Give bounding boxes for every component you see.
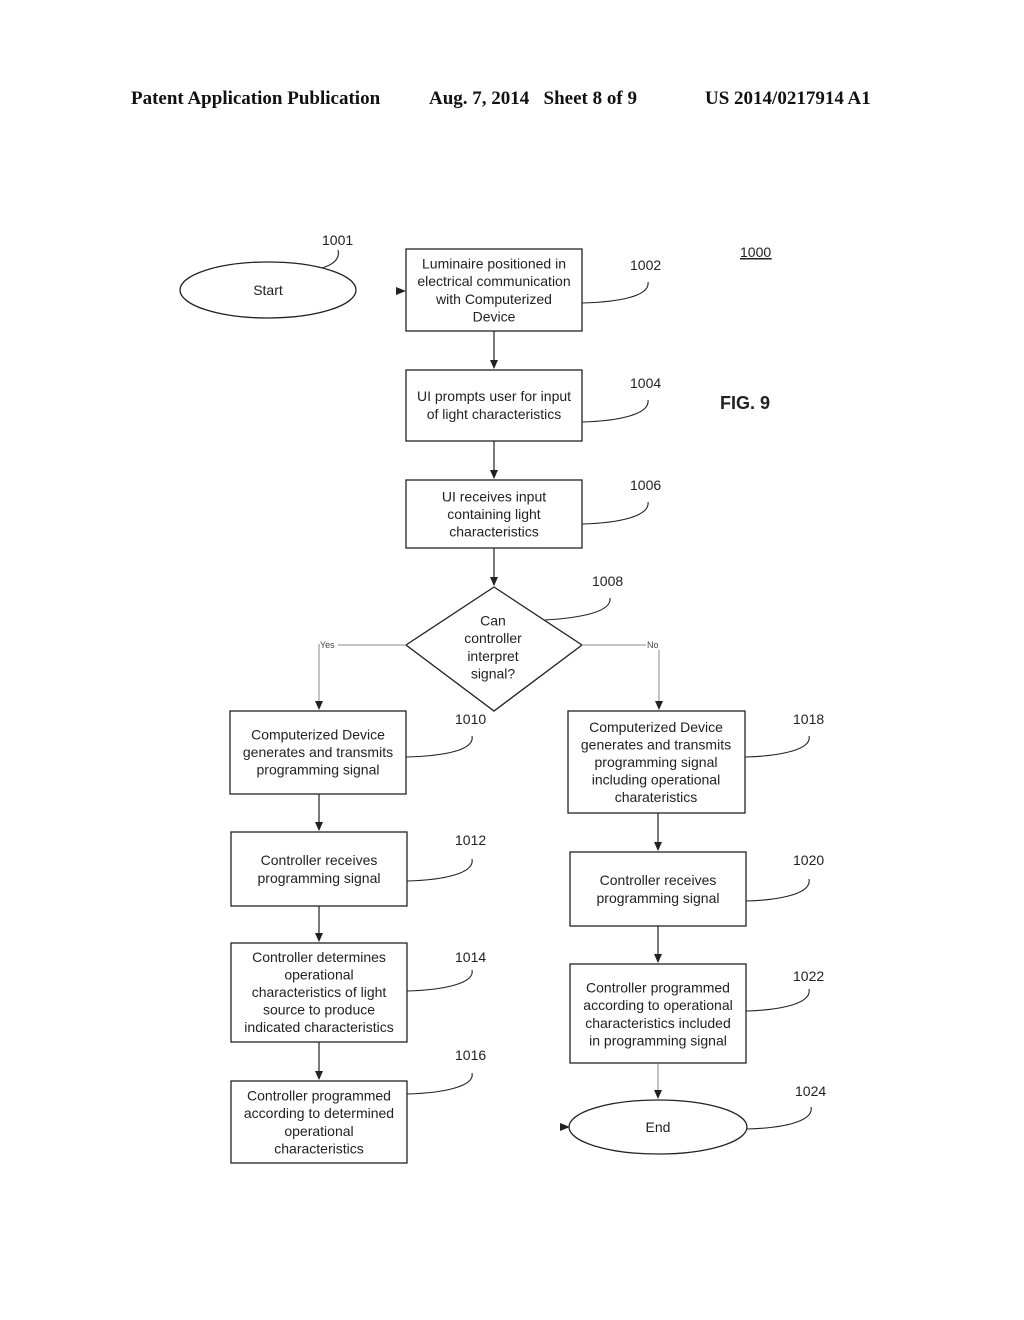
node-text-line: Device bbox=[473, 308, 516, 324]
ref-1008: 1008 bbox=[592, 573, 623, 589]
decision-1008: Cancontroller interpretsignal? bbox=[404, 586, 584, 712]
node-text-line: interpret bbox=[467, 648, 518, 664]
no-label: No bbox=[647, 640, 659, 650]
node-text-line: according to determined bbox=[244, 1105, 394, 1121]
leader-1020 bbox=[745, 878, 810, 902]
no-arrow-icon bbox=[655, 701, 663, 710]
leader-1024 bbox=[746, 1106, 812, 1130]
process-box-1022: Controller programmedaccording to operat… bbox=[569, 963, 747, 1064]
leader-1014 bbox=[406, 969, 473, 992]
node-text-line: Luminaire positioned in bbox=[422, 256, 566, 272]
node-text-line: controller bbox=[464, 630, 522, 646]
node-text-line: operational bbox=[284, 1123, 353, 1139]
node-text-line: Controller programmed bbox=[586, 980, 730, 996]
node-text-line: characteristics included bbox=[585, 1015, 731, 1031]
leader-1008 bbox=[544, 597, 611, 621]
process-box-1018: Computerized Devicegenerates and transmi… bbox=[567, 710, 746, 814]
node-text-line: indicated characteristics bbox=[244, 1019, 393, 1035]
ref-1016: 1016 bbox=[455, 1047, 486, 1063]
node-text-line: Controller receives bbox=[600, 872, 717, 888]
node-text-line: including operational bbox=[592, 772, 720, 788]
process-box-1014: Controller determinesoperational characte… bbox=[230, 942, 408, 1043]
node-text-line: Can bbox=[480, 613, 506, 629]
node-text-line: with Computerized bbox=[435, 291, 552, 307]
ref-1004: 1004 bbox=[630, 375, 661, 391]
node-text-line: characteristics of light bbox=[252, 984, 387, 1000]
leader-1012 bbox=[406, 858, 473, 882]
node-text-line: charateristics bbox=[615, 789, 697, 805]
node-text-line: characteristics bbox=[274, 1140, 363, 1156]
process-box-1020: Controller receives programming signal bbox=[569, 851, 747, 927]
process-box-1004: UI prompts user for input of light charac… bbox=[405, 369, 583, 442]
leader-1006 bbox=[581, 501, 649, 525]
ref-1002: 1002 bbox=[630, 257, 661, 273]
process-box-1006: UI receives input containing light charact… bbox=[405, 479, 583, 549]
node-text-line: generates and transmits bbox=[243, 744, 393, 760]
ref-1014: 1014 bbox=[455, 949, 486, 965]
node-text-line: programming signal bbox=[595, 754, 718, 770]
node-text-line: Computerized Device bbox=[251, 726, 385, 742]
leader-1022 bbox=[745, 988, 810, 1012]
node-text-line: UI prompts user for input bbox=[417, 388, 571, 404]
yes-branch-line bbox=[318, 644, 406, 709]
entry-arrow-icon bbox=[396, 287, 406, 295]
node-text-line: in programming signal bbox=[589, 1032, 727, 1048]
ref-1022: 1022 bbox=[793, 968, 824, 984]
ref-1010: 1010 bbox=[455, 711, 486, 727]
node-text-line: according to operational bbox=[583, 997, 732, 1013]
node-text-line: Start bbox=[253, 282, 283, 298]
figure-label: FIG. 9 bbox=[720, 393, 770, 413]
process-box-1016: Controller programmedaccording to determ… bbox=[230, 1080, 408, 1164]
leader-1004 bbox=[581, 399, 649, 423]
figure-ref: 1000 bbox=[740, 244, 771, 260]
node-text-line: programming signal bbox=[258, 870, 381, 886]
node-text-line: containing light bbox=[447, 506, 541, 522]
leader-1002 bbox=[581, 281, 649, 304]
node-text-line: of light characteristics bbox=[427, 406, 562, 422]
process-box-1002: Luminaire positioned inelectrical commun… bbox=[405, 248, 583, 332]
end-node: End bbox=[568, 1099, 748, 1155]
node-text-line: signal? bbox=[471, 665, 516, 681]
ref-1018: 1018 bbox=[793, 711, 824, 727]
leader-1010 bbox=[405, 735, 473, 758]
leader-1016 bbox=[406, 1072, 473, 1095]
ref-1020: 1020 bbox=[793, 852, 824, 868]
node-text-line: operational bbox=[284, 966, 353, 982]
node-text-line: Controller receives bbox=[261, 852, 378, 868]
ref-1024: 1024 bbox=[795, 1083, 826, 1099]
node-text-line: End bbox=[646, 1119, 671, 1135]
node-text-line: programming signal bbox=[597, 890, 720, 906]
ref-1001: 1001 bbox=[322, 232, 353, 248]
start-node: Start bbox=[179, 261, 357, 319]
yes-arrow-icon bbox=[315, 701, 323, 710]
node-text-line: Computerized Device bbox=[589, 719, 723, 735]
leader-1018 bbox=[744, 735, 810, 758]
node-text-line: generates and transmits bbox=[581, 736, 731, 752]
ref-1006: 1006 bbox=[630, 477, 661, 493]
node-text-line: characteristics bbox=[449, 524, 538, 540]
yes-label: Yes bbox=[320, 640, 335, 650]
node-text-line: electrical communication bbox=[417, 273, 570, 289]
node-text-line: programming signal bbox=[257, 762, 380, 778]
node-text-line: UI receives input bbox=[442, 488, 546, 504]
leader-1001 bbox=[321, 249, 339, 269]
process-box-1010: Computerized Device generates and transmi… bbox=[229, 710, 407, 795]
node-text-line: Controller determines bbox=[252, 949, 386, 965]
no-branch-line bbox=[582, 644, 660, 709]
node-text-line: Controller programmed bbox=[247, 1088, 391, 1104]
end-arrow-icon bbox=[654, 1090, 662, 1099]
process-box-1012: Controller receives programming signal bbox=[230, 831, 408, 907]
ref-1012: 1012 bbox=[455, 832, 486, 848]
node-text-line: source to produce bbox=[263, 1002, 375, 1018]
flowchart: 1000 FIG. 9 Start 1001 Luminaire positio… bbox=[179, 232, 826, 1164]
end-entry-arrow-icon bbox=[560, 1123, 570, 1131]
